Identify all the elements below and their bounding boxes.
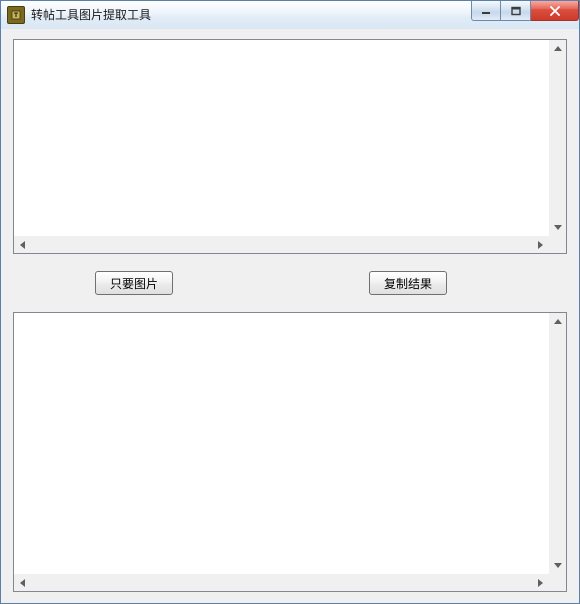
scroll-down-icon[interactable] [549,219,566,236]
output-horizontal-scrollbar[interactable] [14,574,549,591]
scroll-left-icon[interactable] [14,574,31,591]
main-window: 转帖工具图片提取工具 [0,0,580,604]
copy-result-button[interactable]: 复制结果 [369,271,447,295]
input-horizontal-scrollbar[interactable] [14,236,549,253]
output-vertical-scrollbar[interactable] [549,313,566,574]
output-pane [13,312,567,592]
input-pane [13,39,567,254]
close-icon [549,6,561,16]
scrollbar-corner [549,574,566,591]
button-row: 只要图片 复制结果 [13,263,567,303]
window-title: 转帖工具图片提取工具 [31,7,151,23]
scroll-down-icon[interactable] [549,557,566,574]
window-controls [471,1,579,21]
scroll-right-icon[interactable] [532,574,549,591]
images-only-button[interactable]: 只要图片 [95,271,173,295]
input-vertical-scrollbar[interactable] [549,40,566,236]
scroll-left-icon[interactable] [14,236,31,253]
maximize-icon [511,6,521,16]
client-area: 只要图片 复制结果 [1,29,579,603]
input-textarea[interactable] [16,42,548,235]
scroll-right-icon[interactable] [532,236,549,253]
close-button[interactable] [531,1,579,21]
scrollbar-corner [549,236,566,253]
minimize-button[interactable] [471,1,501,21]
maximize-button[interactable] [501,1,531,21]
minimize-icon [481,6,491,16]
scroll-up-icon[interactable] [549,313,566,330]
titlebar[interactable]: 转帖工具图片提取工具 [1,1,579,30]
output-textarea[interactable] [16,315,548,573]
app-icon [7,6,25,24]
scroll-up-icon[interactable] [549,40,566,57]
